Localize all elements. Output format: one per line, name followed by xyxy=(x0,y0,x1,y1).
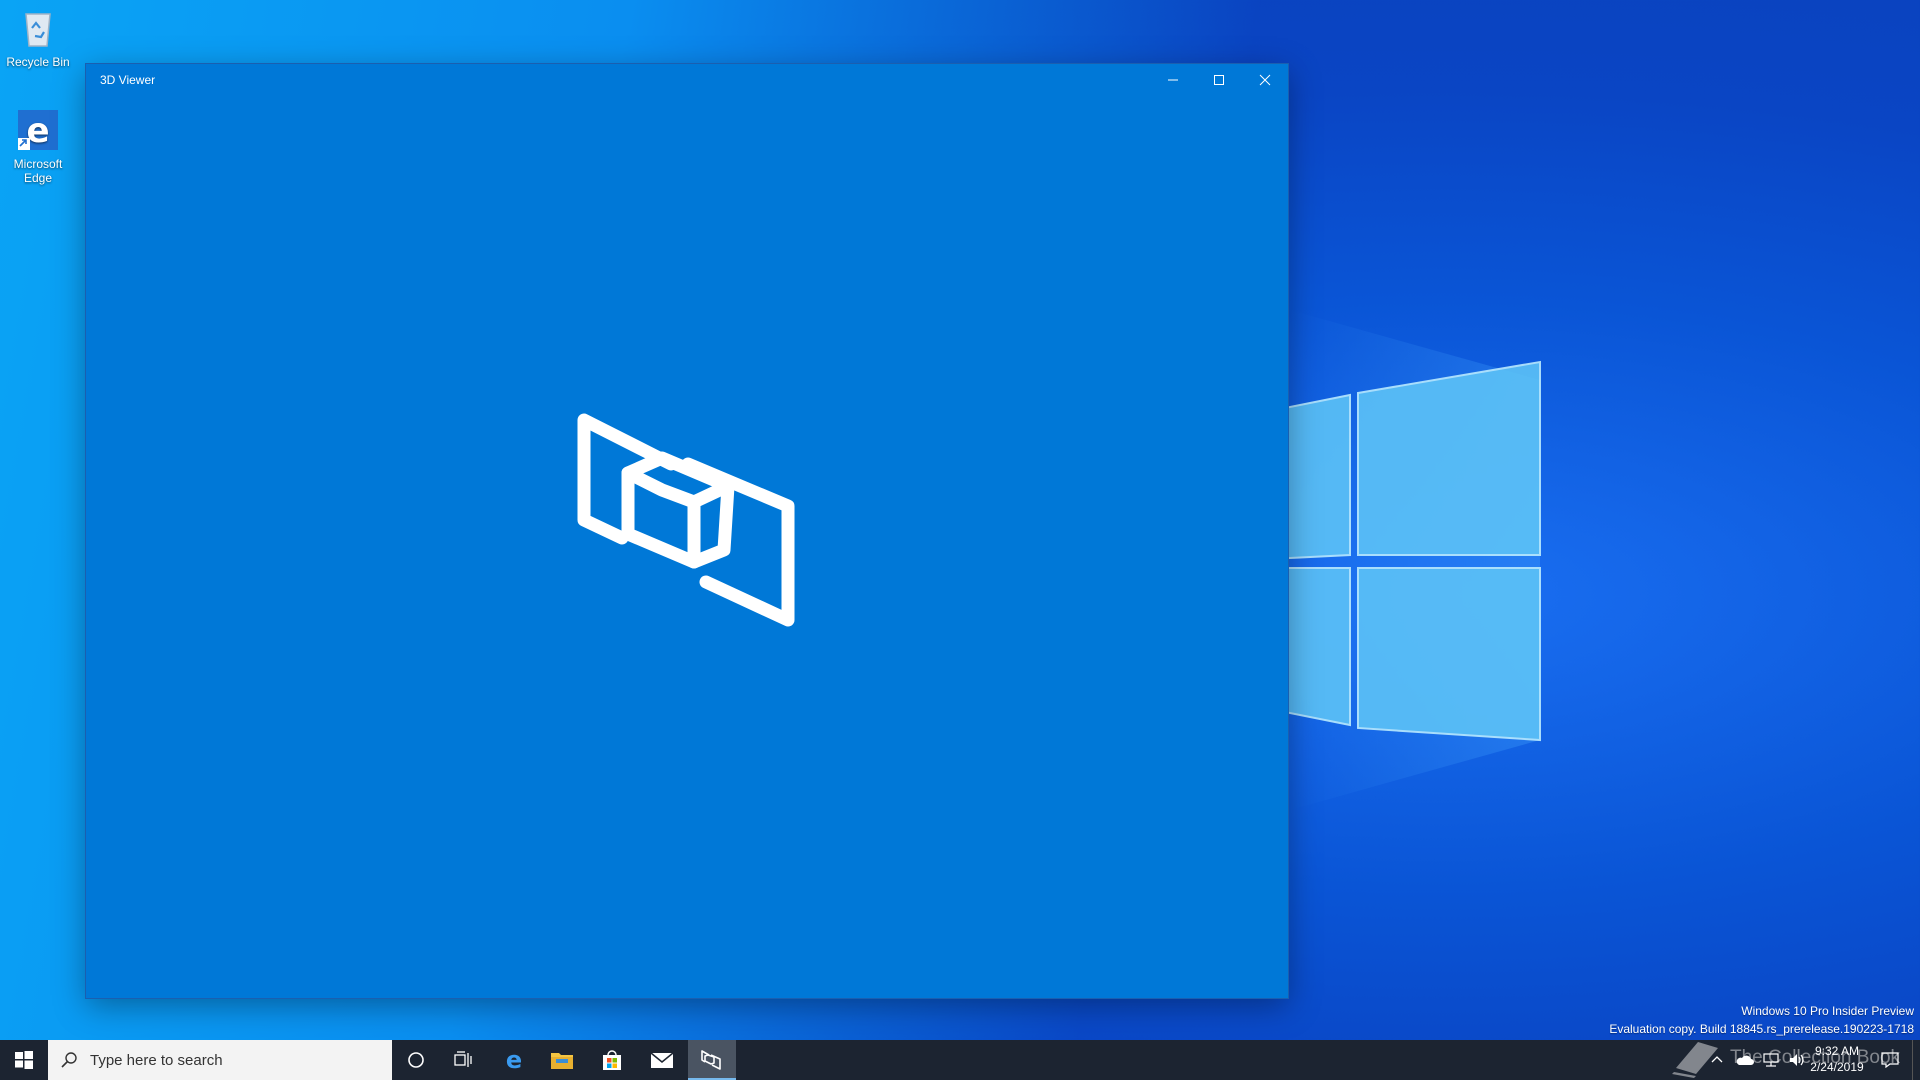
edge-icon: e xyxy=(18,110,58,151)
minimize-button[interactable] xyxy=(1150,64,1196,96)
collection-book-text: The Collection Book xyxy=(1730,1047,1901,1068)
cortana-icon xyxy=(408,1052,424,1068)
desktop-icon-label: Microsoft Edge xyxy=(13,157,63,185)
book-logo-icon xyxy=(1672,1042,1718,1078)
taskbar-3d-viewer-button[interactable] xyxy=(688,1040,736,1080)
search-placeholder: Type here to search xyxy=(90,1051,223,1069)
window-titlebar[interactable]: 3D Viewer xyxy=(86,64,1288,96)
windows-start-icon xyxy=(15,1051,33,1069)
build-watermark-line1: Windows 10 Pro Insider Preview xyxy=(1741,1004,1914,1018)
taskbar: Type here to search e 9:32 AM 2/24/2019 xyxy=(0,1040,1920,1080)
window-title: 3D Viewer xyxy=(100,73,156,87)
3d-viewer-icon xyxy=(701,1050,721,1070)
task-view-icon xyxy=(454,1051,472,1067)
store-icon xyxy=(603,1050,621,1070)
desktop-icon-microsoft-edge[interactable]: e Microsoft Edge xyxy=(4,108,72,185)
maximize-button[interactable] xyxy=(1196,64,1242,96)
taskbar-mail-button[interactable] xyxy=(638,1040,686,1080)
file-explorer-icon xyxy=(551,1053,573,1069)
app-window-3d-viewer: 3D Viewer xyxy=(86,64,1288,998)
taskbar-edge-button[interactable]: e xyxy=(490,1040,538,1080)
windows-logo-wallpaper xyxy=(1249,360,1541,742)
svg-text:e: e xyxy=(506,1048,522,1072)
collection-book-watermark: The Collection Book xyxy=(1672,1038,1912,1078)
task-view-button[interactable] xyxy=(440,1040,488,1080)
taskbar-search-box[interactable]: Type here to search xyxy=(48,1040,392,1080)
minimize-icon xyxy=(1168,79,1178,81)
3d-viewer-splash-logo xyxy=(577,413,795,627)
taskbar-file-explorer-button[interactable] xyxy=(538,1040,586,1080)
build-watermark-line2: Evaluation copy. Build 18845.rs_prerelea… xyxy=(1609,1022,1914,1036)
close-button[interactable] xyxy=(1242,64,1288,96)
maximize-icon xyxy=(1214,75,1224,85)
start-button[interactable] xyxy=(0,1040,48,1080)
close-icon xyxy=(1259,74,1271,86)
desktop-icon-recycle-bin[interactable]: Recycle Bin xyxy=(4,6,72,69)
taskbar-store-button[interactable] xyxy=(588,1040,636,1080)
mail-icon xyxy=(650,1052,674,1068)
edge-icon: e xyxy=(506,1048,522,1072)
desktop-icon-label: Recycle Bin xyxy=(6,55,70,69)
recycle-bin-icon xyxy=(25,13,51,47)
cortana-button[interactable] xyxy=(392,1040,440,1080)
show-desktop-button[interactable] xyxy=(1912,1040,1920,1080)
search-icon xyxy=(61,1052,77,1068)
